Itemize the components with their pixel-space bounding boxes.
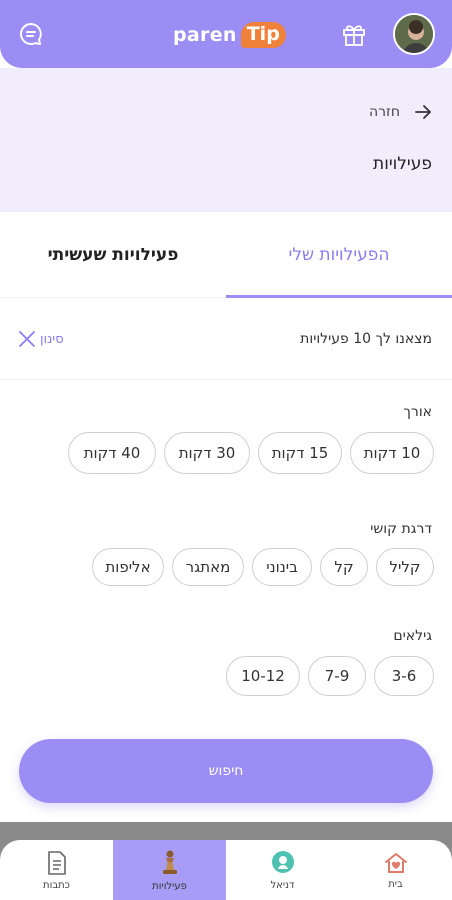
tab-my-activities[interactable]: הפעילויות שלי <box>226 212 452 298</box>
close-icon <box>19 331 35 347</box>
age-option[interactable]: 10-12 <box>226 656 300 696</box>
app-header: paren Tip <box>0 0 452 68</box>
difficulty-label: דרגת קושי <box>370 521 432 537</box>
search-button[interactable]: חיפוש <box>19 739 433 803</box>
app-logo: paren Tip <box>173 20 286 50</box>
nav-label-articles: כתבות <box>43 879 70 891</box>
nav-item-home[interactable]: בית <box>339 840 452 900</box>
logo-text-right: Tip <box>240 22 286 48</box>
nav-label-home: בית <box>388 878 403 890</box>
bottom-nav: בית דניאל פעילויות כתבות <box>0 840 452 900</box>
ages-label: גילאים <box>393 628 432 644</box>
chat-icon[interactable] <box>14 17 48 51</box>
active-tab-indicator <box>226 295 452 298</box>
difficulty-option[interactable]: אליפות <box>92 548 164 586</box>
length-option[interactable]: 30 דקות <box>164 432 250 474</box>
article-icon <box>47 850 66 875</box>
child-balloon-icon <box>271 850 294 873</box>
difficulty-option[interactable]: קל <box>320 548 368 586</box>
tab-bar: הפעילויות שלי פעילויות שעשיתי <box>0 212 452 298</box>
results-count: מצאנו לך 10 פעילויות <box>300 331 432 347</box>
length-option[interactable]: 40 דקות <box>68 432 156 474</box>
arrow-right-icon <box>415 105 431 119</box>
back-label: חזרה <box>368 104 400 120</box>
subheader: חזרה פעילויות <box>0 68 452 212</box>
nav-item-articles[interactable]: כתבות <box>0 840 113 900</box>
age-option[interactable]: 3-6 <box>374 656 434 696</box>
difficulty-options: קליל קל בינוני מאתגר אליפות <box>92 548 434 586</box>
difficulty-option[interactable]: קליל <box>376 548 434 586</box>
page-title: פעילויות <box>373 154 432 174</box>
chess-piece-icon <box>162 850 177 874</box>
nav-item-activities[interactable]: פעילויות <box>113 840 226 900</box>
ages-options: 3-6 7-9 10-12 <box>226 656 434 696</box>
back-button[interactable]: חזרה <box>369 103 432 121</box>
length-options: 10 דקות 15 דקות 30 דקות 40 דקות <box>68 432 434 474</box>
nav-label-activities: פעילויות <box>152 880 187 892</box>
length-option[interactable]: 10 דקות <box>350 432 434 474</box>
results-row: מצאנו לך 10 פעילויות סינון <box>0 300 452 380</box>
difficulty-option[interactable]: בינוני <box>252 548 312 586</box>
nav-item-child[interactable]: דניאל <box>226 840 339 900</box>
age-option[interactable]: 7-9 <box>308 656 366 696</box>
tab-done-activities[interactable]: פעילויות שעשיתי <box>0 212 226 298</box>
length-option[interactable]: 15 דקות <box>258 432 342 474</box>
difficulty-option[interactable]: מאתגר <box>172 548 244 586</box>
filter-button[interactable]: סינון <box>18 330 64 348</box>
length-label: אורך <box>403 404 432 420</box>
filter-label: סינון <box>40 331 64 347</box>
avatar[interactable] <box>393 13 435 55</box>
home-icon <box>384 852 407 873</box>
logo-text-left: paren <box>173 24 237 46</box>
gift-icon[interactable] <box>337 17 371 51</box>
nav-label-child: דניאל <box>270 879 295 891</box>
